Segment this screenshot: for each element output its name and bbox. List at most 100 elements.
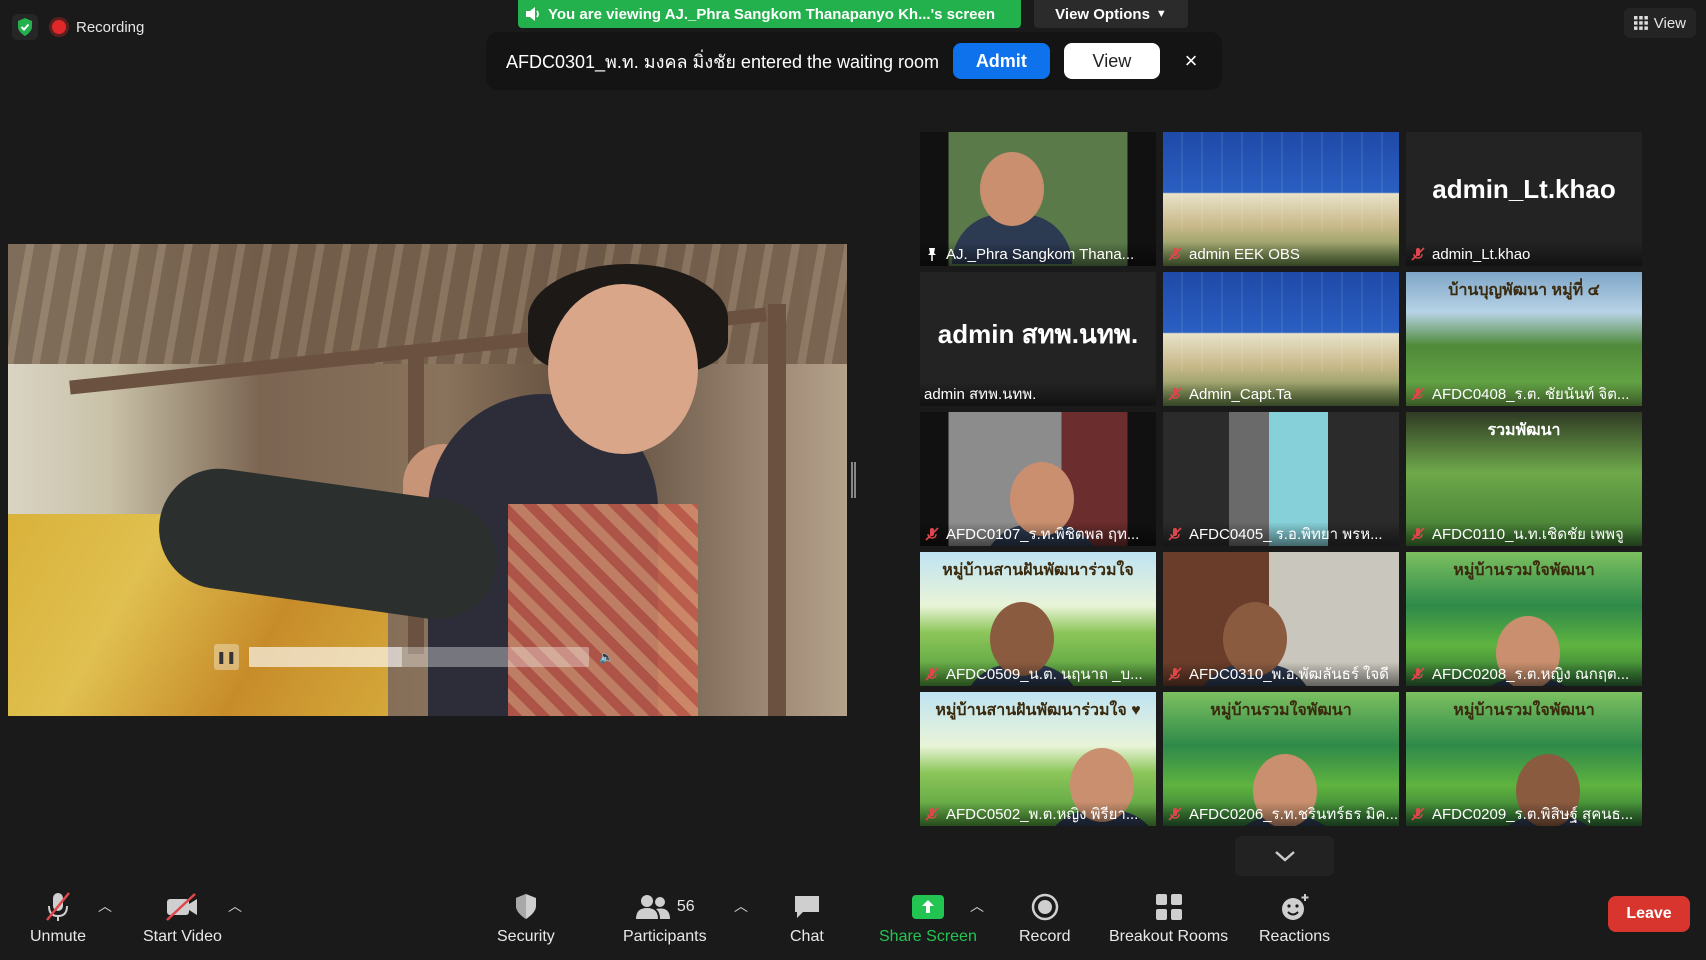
security-button[interactable]: Security xyxy=(497,890,555,946)
participant-tile[interactable]: admin EEK OBS xyxy=(1163,132,1399,266)
speaker-icon xyxy=(526,7,539,21)
video-apron xyxy=(508,504,698,716)
participant-name-bar: AFDC0405_ ร.อ.พิทยา พรห... xyxy=(1163,522,1399,546)
close-icon[interactable]: × xyxy=(1180,48,1202,73)
chat-label: Chat xyxy=(790,928,824,945)
shield-icon xyxy=(513,890,539,924)
participant-tile[interactable]: Admin_Capt.Ta xyxy=(1163,272,1399,406)
microphone-muted-icon xyxy=(1411,527,1425,541)
participant-name: admin_Lt.khao xyxy=(1432,245,1531,263)
participant-tile[interactable]: admin สทพ.นทพ. admin สทพ.นทพ. xyxy=(920,272,1156,406)
virtual-background-title: หมู่บ้านสานฝันพัฒนาร่วมใจ ♥ xyxy=(935,702,1141,719)
video-controls: ❚❚ 🔈 xyxy=(214,644,614,670)
security-label: Security xyxy=(497,928,555,945)
share-screen-label: Share Screen xyxy=(879,928,977,945)
record-icon xyxy=(1030,890,1060,924)
participant-name: AFDC0110_น.ท.เชิดชัย เพพจู xyxy=(1432,526,1624,543)
meeting-toolbar: Unmute ︿ Start Video ︿ Security 56 Parti… xyxy=(0,882,1706,960)
participant-face xyxy=(980,152,1044,226)
participant-name-bar: AFDC0206_ร.ท.ชรินทร์ธร มิค... xyxy=(1163,802,1399,826)
participant-tile[interactable]: บ้านบุญพัฒนา หมู่ที่ ๔ AFDC0408_ร.ต. ชัยน… xyxy=(1406,272,1642,406)
participant-name-bar: AFDC0408_ร.ต. ชัยนันท์ จิต... xyxy=(1406,382,1642,406)
virtual-background-title: หมู่บ้านสานฝันพัฒนาร่วมใจ xyxy=(942,562,1134,579)
participant-tile[interactable]: หมู่บ้านรวมใจพัฒนา AFDC0206_ร.ท.ชรินทร์ธร… xyxy=(1163,692,1399,826)
screen-share-banner: You are viewing AJ._Phra Sangkom Thanapa… xyxy=(518,0,1021,28)
virtual-background-title: รวมพัฒนา xyxy=(1487,422,1561,439)
participant-tile[interactable]: AFDC0405_ ร.อ.พิทยา พรห... xyxy=(1163,412,1399,546)
microphone-muted-icon xyxy=(1411,387,1425,401)
pause-icon[interactable]: ❚❚ xyxy=(214,644,239,670)
audio-options-caret-icon[interactable]: ︿ xyxy=(98,896,112,916)
participants-button[interactable]: 56 Participants xyxy=(623,890,707,946)
participant-name: admin EEK OBS xyxy=(1189,245,1300,263)
reactions-icon xyxy=(1279,890,1311,924)
participant-name: AJ._Phra Sangkom Thana... xyxy=(946,245,1135,263)
participant-name-bar: AJ._Phra Sangkom Thana... xyxy=(920,242,1156,266)
breakout-rooms-icon xyxy=(1154,890,1184,924)
recording-indicator[interactable]: Recording xyxy=(52,19,144,36)
participant-name: admin สทพ.นทพ. xyxy=(924,386,1037,403)
waiting-room-notification: AFDC0301_พ.ท. มงคล มิ่งชัย entered the w… xyxy=(486,32,1222,90)
share-screen-icon xyxy=(911,890,945,924)
participant-display-name: admin สทพ.นทพ. xyxy=(937,319,1139,349)
participant-tile[interactable]: หมู่บ้านสานฝันพัฒนาร่วมใจ ♥ AFDC0502_พ.ต.… xyxy=(920,692,1156,826)
view-options-label: View Options xyxy=(1055,5,1150,23)
gallery-next-page-button[interactable] xyxy=(1235,836,1334,876)
participant-tile[interactable]: รวมพัฒนา AFDC0110_น.ท.เชิดชัย เพพจู xyxy=(1406,412,1642,546)
participant-name: AFDC0405_ ร.อ.พิทยา พรห... xyxy=(1189,526,1383,543)
leave-button[interactable]: Leave xyxy=(1608,896,1690,932)
microphone-muted-icon xyxy=(925,527,939,541)
participants-options-caret-icon[interactable]: ︿ xyxy=(734,896,748,916)
participant-name-bar: admin EEK OBS xyxy=(1163,242,1399,266)
share-options-caret-icon[interactable]: ︿ xyxy=(970,896,984,916)
participant-tile[interactable]: AJ._Phra Sangkom Thana... xyxy=(920,132,1156,266)
participant-tile[interactable]: หมู่บ้านสานฝันพัฒนาร่วมใจ AFDC0509_น.ต. น… xyxy=(920,552,1156,686)
participant-tile[interactable]: หมู่บ้านรวมใจพัฒนา AFDC0209_ร.ต.พิสิษฐ์ ส… xyxy=(1406,692,1642,826)
chat-icon xyxy=(792,890,822,924)
microphone-muted-icon xyxy=(1168,387,1182,401)
view-waiting-room-button[interactable]: View xyxy=(1063,43,1161,79)
chat-button[interactable]: Chat xyxy=(790,890,824,946)
view-layout-button[interactable]: View xyxy=(1623,8,1696,38)
participant-tile[interactable]: หมู่บ้านรวมใจพัฒนา AFDC0208_ร.ต.หญิง ณกฤต… xyxy=(1406,552,1642,686)
volume-icon[interactable]: 🔈 xyxy=(599,650,614,664)
split-view-handle[interactable] xyxy=(851,462,856,498)
participant-name-bar: admin สทพ.นทพ. xyxy=(920,382,1156,406)
view-layout-label: View xyxy=(1653,14,1686,32)
unmute-button[interactable]: Unmute xyxy=(30,890,86,946)
start-video-button[interactable]: Start Video xyxy=(143,890,222,946)
participant-name: AFDC0408_ร.ต. ชัยนันท์ จิต... xyxy=(1432,386,1630,403)
share-banner-text: You are viewing AJ._Phra Sangkom Thanapa… xyxy=(548,5,996,23)
reactions-button[interactable]: Reactions xyxy=(1259,890,1330,946)
record-button[interactable]: Record xyxy=(1019,890,1071,946)
microphone-muted-icon xyxy=(1168,807,1182,821)
virtual-background-title: หมู่บ้านรวมใจพัฒนา xyxy=(1210,702,1352,719)
shared-screen-video[interactable]: ❚❚ 🔈 xyxy=(8,244,847,716)
participant-tile[interactable]: AFDC0310_พ.อ.พัฒลันธร์ ใจดี xyxy=(1163,552,1399,686)
participant-tile[interactable]: admin_Lt.khao admin_Lt.khao xyxy=(1406,132,1642,266)
participant-name: AFDC0310_พ.อ.พัฒลันธร์ ใจดี xyxy=(1189,666,1389,683)
participant-name-bar: Admin_Capt.Ta xyxy=(1163,382,1399,406)
reactions-label: Reactions xyxy=(1259,928,1331,945)
participant-name-bar: AFDC0502_พ.ต.หญิง พิรียา... xyxy=(920,802,1156,826)
video-progress-track[interactable] xyxy=(248,647,590,667)
microphone-muted-icon xyxy=(1168,667,1182,681)
recording-label: Recording xyxy=(76,18,145,36)
view-options-button[interactable]: View Options ▼ xyxy=(1034,0,1188,28)
microphone-muted-icon xyxy=(1411,667,1425,681)
participant-name-bar: AFDC0107_ร.ท.พิชิตพล ฤท... xyxy=(920,522,1156,546)
participant-tile[interactable]: AFDC0107_ร.ท.พิชิตพล ฤท... xyxy=(920,412,1156,546)
microphone-muted-icon xyxy=(1411,807,1425,821)
breakout-rooms-label: Breakout Rooms xyxy=(1109,928,1229,945)
breakout-rooms-button[interactable]: Breakout Rooms xyxy=(1109,890,1228,946)
waiting-room-message: AFDC0301_พ.ท. มงคล มิ่งชัย entered the w… xyxy=(506,51,940,72)
participant-name-bar: AFDC0310_พ.อ.พัฒลันธร์ ใจดี xyxy=(1163,662,1399,686)
share-screen-button[interactable]: Share Screen xyxy=(879,890,977,946)
participant-name: AFDC0209_ร.ต.พิสิษฐ์ สุคนธ... xyxy=(1432,806,1634,823)
video-post xyxy=(768,304,786,716)
video-options-caret-icon[interactable]: ︿ xyxy=(228,896,242,916)
admit-button[interactable]: Admit xyxy=(953,43,1050,79)
microphone-muted-icon xyxy=(925,667,939,681)
encryption-shield-icon[interactable] xyxy=(12,14,38,40)
video-progress-fill xyxy=(248,647,402,667)
